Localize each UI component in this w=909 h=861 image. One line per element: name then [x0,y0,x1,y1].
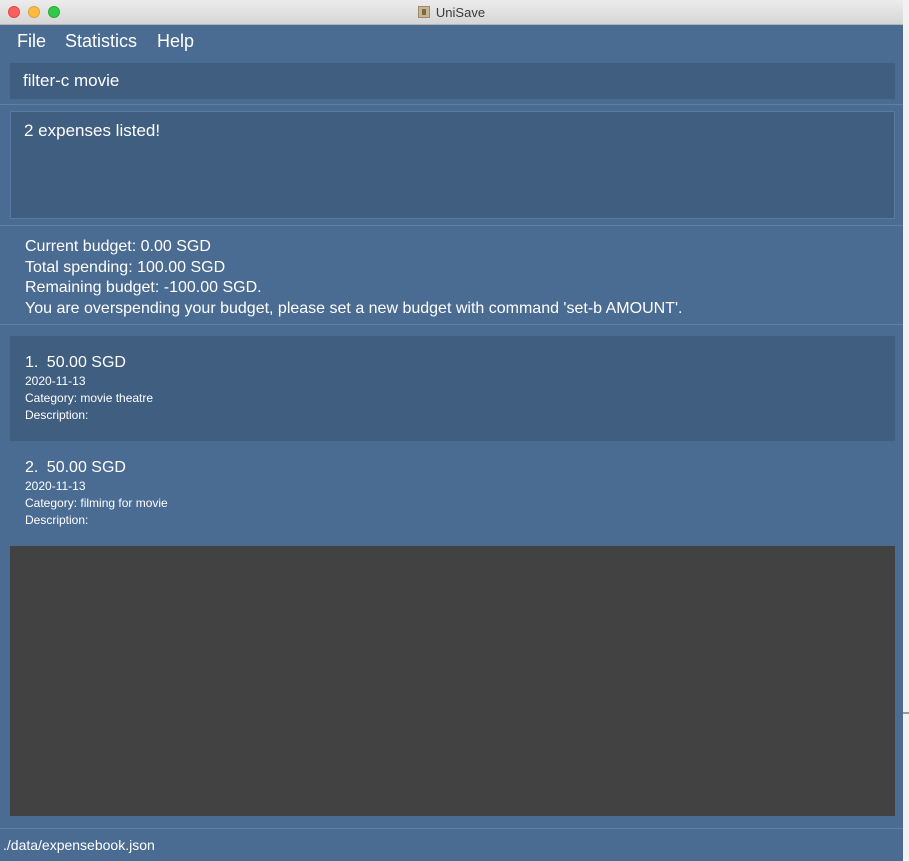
budget-panel: Current budget: 0.00 SGD Total spending:… [25,237,682,319]
title-bar: UniSave [0,0,903,25]
current-budget: Current budget: 0.00 SGD [25,238,211,255]
expense-amount-line: 2. 50.00 SGD [25,459,126,477]
menu-help[interactable]: Help [157,31,194,52]
remaining-budget: Remaining budget: -100.00 SGD. [25,279,262,296]
window-edge [903,0,909,860]
result-display: 2 expenses listed! [10,111,895,219]
total-spending: Total spending: 100.00 SGD [25,258,226,276]
expense-category: Category: movie theatre [25,391,154,405]
edge-mark [903,712,909,714]
app-window: UniSave File Statistics Help filter-c mo… [0,0,903,861]
overspending-warning: You are overspending your budget, please… [25,299,683,317]
expense-card[interactable]: 2. 50.00 SGD 2020-11-13 Category: filmin… [10,441,895,546]
divider [0,225,903,226]
app-icon [417,6,430,18]
expense-description: Description: [25,513,89,527]
expense-category: Category: filming for movie [25,496,168,510]
expense-card[interactable]: 1. 50.00 SGD 2020-11-13 Category: movie … [10,336,895,441]
window-title-group: UniSave [0,0,903,24]
command-input[interactable]: filter-c movie [10,63,895,99]
status-bar: ./data/expensebook.json [0,828,903,861]
divider [0,104,903,105]
menu-statistics[interactable]: Statistics [65,31,137,52]
expense-date: 2020-11-13 [25,479,86,493]
command-input-value: filter-c movie [23,71,120,90]
menu-bar: File Statistics Help [0,25,903,58]
expense-index: 2. [25,459,39,476]
expense-list[interactable]: 1. 50.00 SGD 2020-11-13 Category: movie … [10,336,895,816]
expense-date: 2020-11-13 [25,374,86,388]
expense-amount-line: 1. 50.00 SGD [25,354,126,372]
result-message: 2 expenses listed! [24,121,161,140]
window-title: UniSave [435,4,486,20]
divider [0,324,903,325]
expense-description: Description: [25,408,89,422]
expense-amount: 50.00 SGD [46,354,126,371]
menu-file[interactable]: File [17,31,46,52]
expense-index: 1. [25,354,39,371]
save-file-path: ./data/expensebook.json [3,837,155,853]
expense-amount: 50.00 SGD [46,459,126,476]
